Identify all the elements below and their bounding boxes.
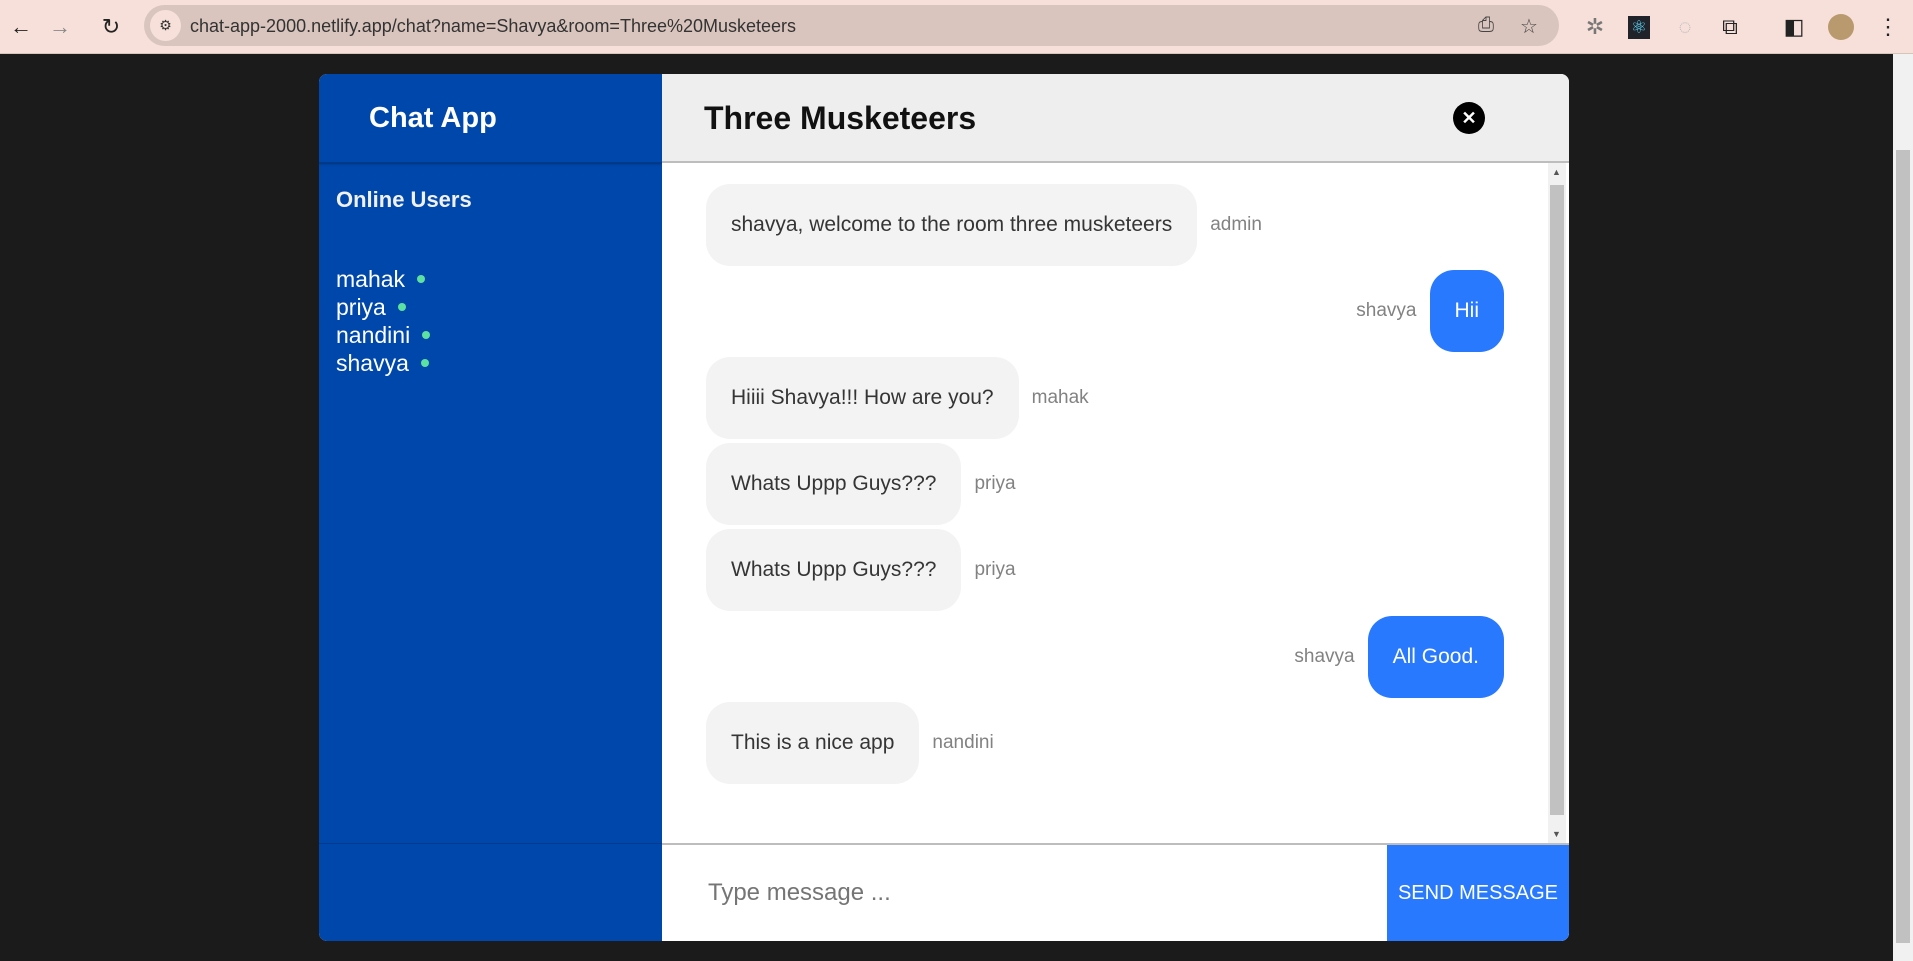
online-user: nandini	[336, 321, 662, 349]
message-row: shavya All Good.	[1294, 615, 1504, 698]
back-icon[interactable]: ←	[6, 12, 36, 42]
message-composer: SEND MESSAGE	[662, 843, 1569, 941]
side-panel-icon[interactable]: ◧	[1779, 12, 1809, 42]
send-message-button[interactable]: SEND MESSAGE	[1387, 845, 1569, 941]
message-sender: shavya	[1294, 645, 1355, 667]
site-settings-icon[interactable]: ⚙	[150, 10, 181, 41]
message-row: shavya, welcome to the room three musket…	[706, 184, 1262, 266]
url-text: chat-app-2000.netlify.app/chat?name=Shav…	[190, 16, 797, 36]
message-bubble: Hiiii Shavya!!! How are you?	[706, 356, 1019, 439]
message-bubble: This is a nice app	[706, 701, 920, 784]
chat-window: Chat App Online Users mahak priya nandini s…	[319, 74, 1569, 941]
message-bubble: Hii	[1429, 270, 1504, 353]
online-user: shavya	[336, 349, 662, 377]
message-sender: priya	[974, 559, 1016, 581]
bookmark-star-icon[interactable]: ☆	[1520, 14, 1538, 39]
reload-icon[interactable]: ↻	[96, 12, 126, 42]
message-bubble: All Good.	[1367, 615, 1504, 698]
message-bubble: shavya, welcome to the room three musket…	[706, 184, 1198, 266]
extensions-puzzle-icon[interactable]: ⧉	[1715, 12, 1745, 42]
message-sender: shavya	[1356, 300, 1417, 322]
page-scrollbar[interactable]	[1893, 54, 1913, 961]
online-status-dot	[397, 303, 406, 311]
message-sender: priya	[974, 472, 1016, 494]
install-app-icon[interactable]: ⎙	[1478, 14, 1494, 37]
bug-extension-icon[interactable]: ✲	[1580, 12, 1610, 42]
online-user: priya	[336, 293, 662, 321]
online-status-dot	[417, 275, 426, 283]
menu-kebab-icon[interactable]: ⋮	[1873, 12, 1903, 42]
online-users-title: Online Users	[336, 187, 472, 212]
user-name: mahak	[336, 266, 406, 292]
message-row: Hiiii Shavya!!! How are you? mahak	[706, 356, 1089, 439]
message-input[interactable]	[662, 845, 1387, 941]
app-title: Chat App	[369, 101, 497, 134]
online-status-dot	[420, 359, 429, 367]
address-bar[interactable]: ⚙ chat-app-2000.netlify.app/chat?name=Sh…	[144, 5, 1559, 46]
user-name: nandini	[336, 322, 411, 348]
message-sender: admin	[1210, 214, 1262, 235]
message-sender: nandini	[932, 731, 994, 753]
message-row: This is a nice app nandini	[706, 701, 994, 784]
sidebar: Chat App Online Users mahak priya nandini s…	[319, 74, 662, 941]
message-sender: mahak	[1031, 386, 1089, 408]
messages-scrollbar[interactable]: ▲ ▼	[1548, 163, 1566, 843]
messages-list: shavya, welcome to the room three musket…	[662, 163, 1548, 843]
room-title: Three Musketeers	[704, 100, 977, 136]
user-name: shavya	[336, 350, 409, 376]
online-user: mahak	[336, 265, 662, 293]
message-row: Whats Uppp Guys??? priya	[706, 442, 1016, 525]
extension-icon[interactable]: ◌	[1670, 12, 1700, 42]
message-bubble: Whats Uppp Guys???	[706, 529, 962, 612]
online-users-list: mahak priya nandini shavya	[336, 265, 662, 377]
browser-toolbar: ← → ↻ ⚙ chat-app-2000.netlify.app/chat?n…	[0, 0, 1913, 54]
chat-header: Three Musketeers ✕	[662, 74, 1569, 163]
message-bubble: Whats Uppp Guys???	[706, 442, 962, 525]
forward-icon[interactable]: →	[45, 12, 75, 42]
react-devtools-icon[interactable]: ⚛	[1627, 15, 1651, 39]
online-status-dot	[422, 331, 431, 339]
user-name: priya	[336, 294, 386, 320]
message-row: shavya Hii	[1356, 270, 1504, 353]
message-row: Whats Uppp Guys??? priya	[706, 529, 1016, 612]
close-icon[interactable]: ✕	[1453, 102, 1485, 134]
profile-avatar[interactable]	[1828, 14, 1854, 40]
